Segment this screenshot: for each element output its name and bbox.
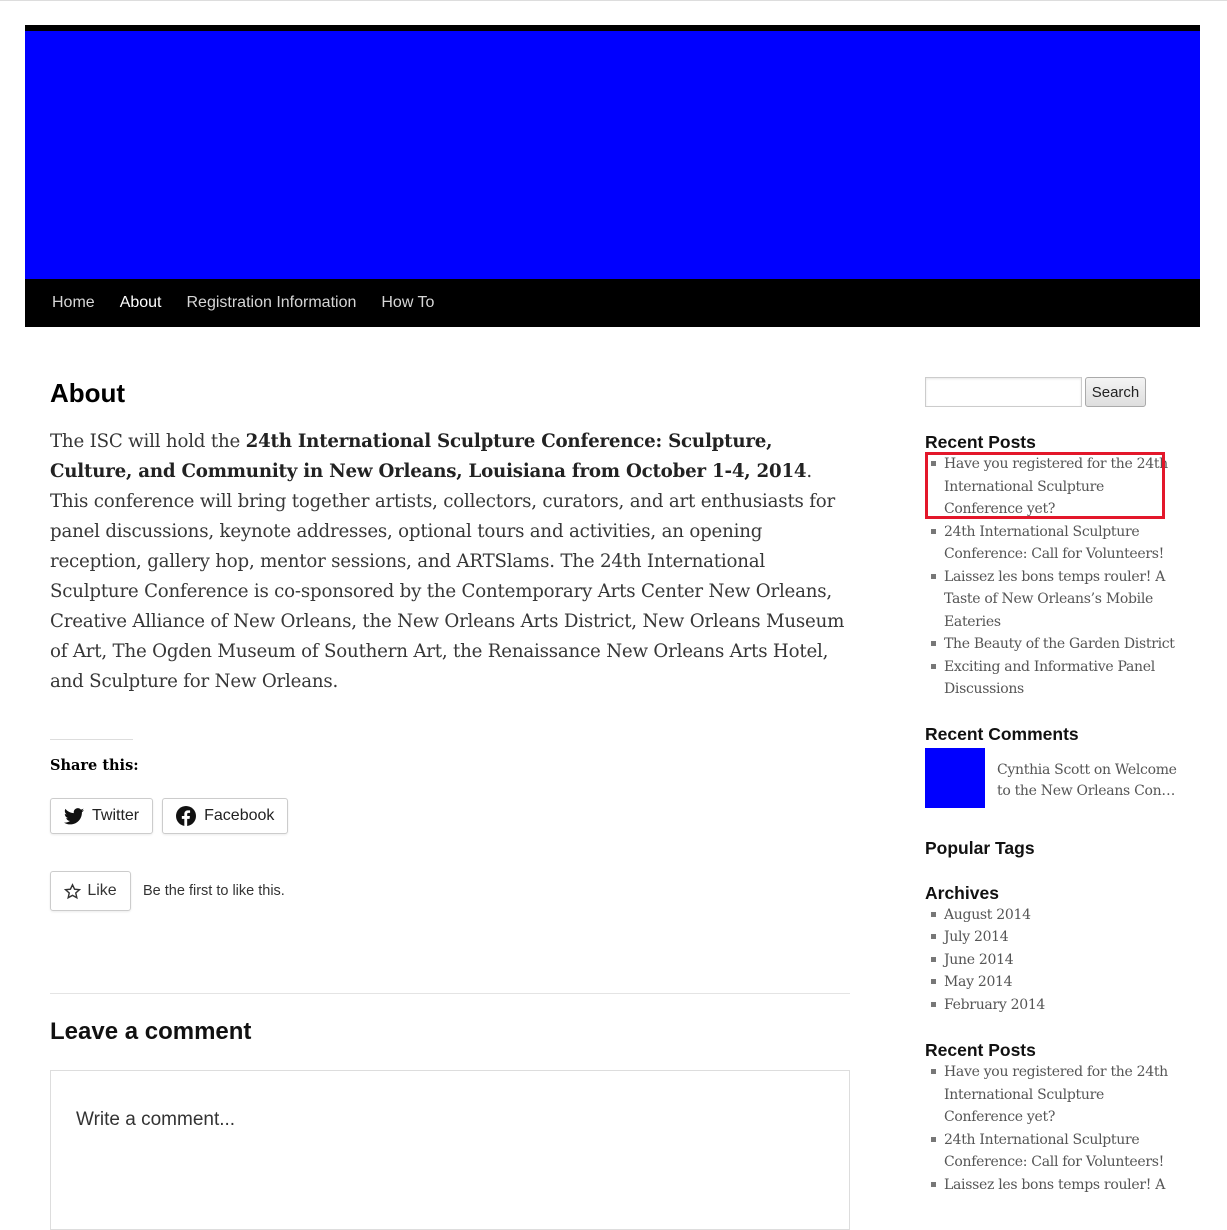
recent-post-link[interactable]: The Beauty of the Garden District — [925, 633, 1185, 656]
archive-link[interactable]: June 2014 — [925, 949, 1185, 972]
popular-tags-title: Popular Tags — [925, 837, 1035, 858]
main-nav: Home About Registration Information How … — [25, 279, 1200, 327]
entry-body: . This conference will bring together ar… — [50, 461, 845, 692]
nav-item-about[interactable]: About — [120, 294, 162, 312]
nav-item-home[interactable]: Home — [52, 294, 95, 312]
recent-posts-title: Recent Posts — [925, 432, 1036, 452]
archive-link[interactable]: August 2014 — [925, 904, 1185, 927]
facebook-label: Facebook — [204, 807, 275, 824]
archive-link[interactable]: July 2014 — [925, 926, 1185, 949]
leave-comment-title: Leave a comment — [50, 1018, 252, 1045]
recent-comment-link[interactable]: Cynthia Scott on Welcome to the New Orle… — [997, 760, 1185, 808]
recent-post-link[interactable]: Exciting and Informative Panel Discussio… — [925, 656, 1185, 701]
recent-post-link[interactable]: Laissez les bons temps rouler! A Taste o… — [925, 566, 1185, 634]
search-input[interactable] — [925, 377, 1082, 407]
recent-post-link[interactable]: 24th International Sculpture Conference:… — [925, 521, 1185, 566]
entry-content: The ISC will hold the 24th International… — [50, 427, 850, 697]
share-buttons: Twitter Facebook — [50, 798, 850, 834]
recent-post-link[interactable]: 24th International Sculpture Conference:… — [925, 1129, 1185, 1174]
twitter-icon — [64, 807, 84, 824]
twitter-label: Twitter — [92, 807, 140, 824]
recent-post-link[interactable]: Have you registered for the 24th Interna… — [925, 1061, 1185, 1129]
twitter-share-button[interactable]: Twitter — [50, 798, 154, 834]
top-border — [0, 0, 1227, 1]
recent-posts-title-2: Recent Posts — [925, 1040, 1036, 1060]
page-title: About — [50, 378, 126, 408]
star-icon — [64, 882, 82, 899]
recent-posts-list-2: Have you registered for the 24th Interna… — [925, 1061, 1185, 1196]
nav-item-how-to[interactable]: How To — [381, 294, 434, 312]
search-button[interactable]: Search — [1085, 377, 1146, 407]
archive-link[interactable]: February 2014 — [925, 994, 1185, 1017]
avatar[interactable] — [925, 747, 985, 808]
recent-comments-title: Recent Comments — [925, 723, 1079, 744]
share-title: Share this: — [50, 757, 139, 774]
comments-divider — [50, 993, 850, 994]
site-header: Home About Registration Information How … — [25, 25, 1200, 327]
archive-link[interactable]: May 2014 — [925, 971, 1185, 994]
like-status-text: Be the first to like this. — [143, 883, 285, 899]
recent-post-link[interactable]: Laissez les bons temps rouler! A — [925, 1174, 1185, 1197]
share-divider — [50, 739, 133, 740]
like-label: Like — [87, 882, 117, 899]
highlight-box — [925, 452, 1165, 519]
entry-intro: The ISC will hold the — [50, 431, 246, 452]
facebook-share-button[interactable]: Facebook — [162, 798, 289, 834]
search-form: Search — [925, 377, 1185, 407]
archives-list: August 2014 July 2014 June 2014 May 2014… — [925, 904, 1185, 1017]
header-banner-image[interactable] — [25, 31, 1200, 279]
facebook-icon — [176, 806, 197, 826]
comment-textarea[interactable]: Write a comment... — [50, 1070, 850, 1230]
like-button[interactable]: Like — [50, 871, 131, 911]
archives-title: Archives — [925, 882, 999, 903]
main-content: About The ISC will hold the 24th Interna… — [50, 375, 850, 1230]
recent-comment-item: Cynthia Scott on Welcome to the New Orle… — [925, 747, 1185, 808]
like-widget: Like Be the first to like this. — [50, 871, 850, 911]
nav-item-registration-information[interactable]: Registration Information — [187, 294, 357, 312]
